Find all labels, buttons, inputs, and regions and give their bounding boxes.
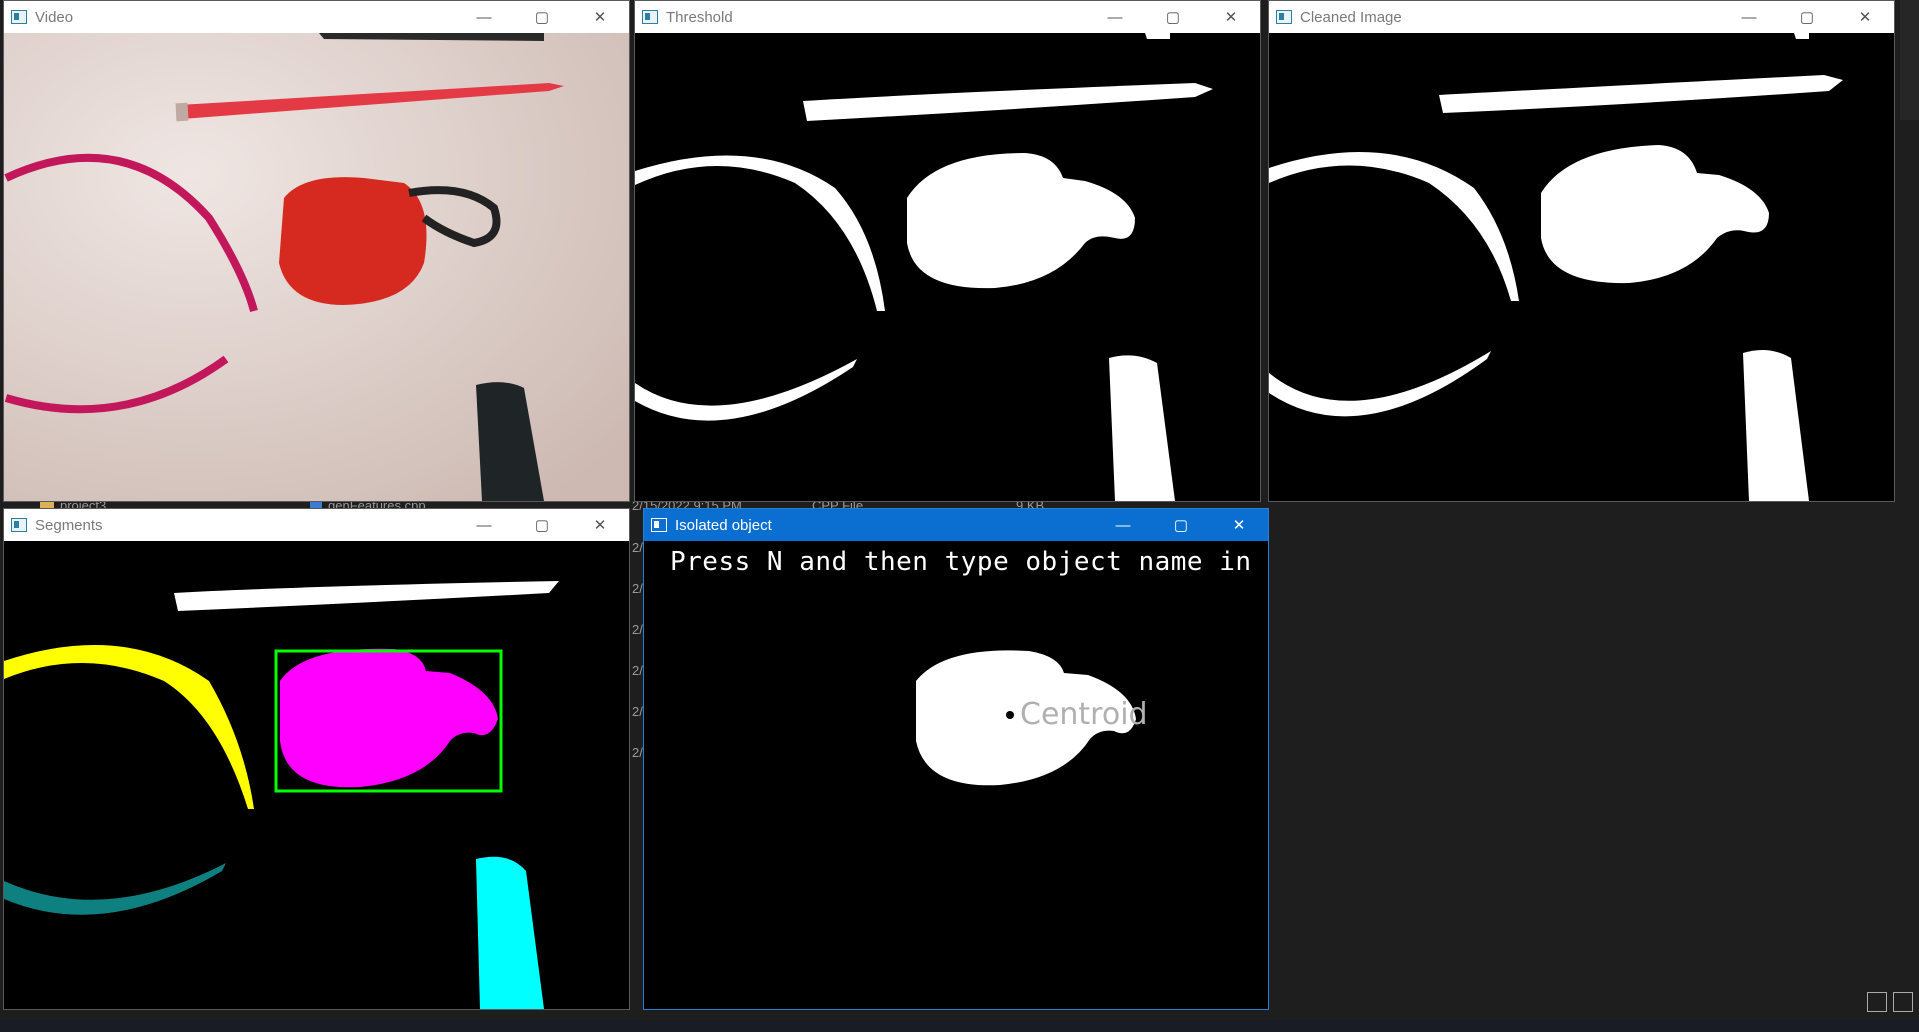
window-segments[interactable]: Segments — ▢ ✕	[3, 508, 630, 1010]
minimize-icon[interactable]: —	[1094, 509, 1152, 541]
segment-yellow	[4, 645, 254, 809]
minimize-icon[interactable]: —	[1720, 1, 1778, 33]
title-bar[interactable]: Isolated object — ▢ ✕	[644, 509, 1268, 541]
window-isolated-object[interactable]: Isolated object — ▢ ✕ Press N and then t…	[643, 508, 1269, 1010]
background-side-digit: 2/	[632, 704, 643, 719]
opencv-window-icon	[642, 10, 658, 24]
minimize-icon[interactable]: —	[455, 509, 513, 541]
segments-image	[4, 541, 629, 1009]
window-title: Segments	[35, 516, 103, 534]
taskbar	[0, 1020, 1919, 1032]
video-image	[4, 33, 629, 501]
close-icon[interactable]: ✕	[571, 509, 629, 541]
maximize-icon[interactable]: ▢	[1144, 1, 1202, 33]
background-scrollbar[interactable]	[1900, 0, 1919, 120]
instruction-text: Press N and then type object name in con…	[670, 547, 1268, 577]
minimize-icon[interactable]: —	[1086, 1, 1144, 33]
video-red-case	[279, 177, 427, 305]
centroid-label: Centroid	[1020, 697, 1148, 732]
centroid-marker	[1006, 711, 1014, 719]
segments-shapes	[4, 581, 559, 1009]
background-view-toggle	[1867, 992, 1913, 1012]
isolated-image: Press N and then type object name in con…	[644, 541, 1268, 1009]
title-bar[interactable]: Segments — ▢ ✕	[4, 509, 629, 541]
background-side-digit: 2/	[632, 540, 643, 555]
segment-cyan	[476, 856, 544, 1009]
opencv-window-icon	[1276, 10, 1292, 24]
details-view-icon[interactable]	[1867, 992, 1887, 1012]
window-video[interactable]: Video — ▢ ✕	[3, 0, 630, 502]
close-icon[interactable]: ✕	[571, 1, 629, 33]
background-side-digit: 2/	[632, 745, 643, 760]
maximize-icon[interactable]: ▢	[513, 509, 571, 541]
title-bar[interactable]: Threshold — ▢ ✕	[635, 1, 1260, 33]
close-icon[interactable]: ✕	[1210, 509, 1268, 541]
opencv-window-icon	[11, 10, 27, 24]
cleaned-shapes	[1269, 33, 1843, 501]
minimize-icon[interactable]: —	[455, 1, 513, 33]
window-cleaned-image[interactable]: Cleaned Image — ▢ ✕	[1268, 0, 1895, 502]
opencv-window-icon	[11, 518, 27, 532]
threshold-shapes	[635, 33, 1213, 501]
window-title: Video	[35, 8, 74, 26]
isolated-shape	[916, 650, 1136, 786]
close-icon[interactable]: ✕	[1836, 1, 1894, 33]
segment-white	[174, 581, 559, 611]
threshold-image	[635, 33, 1260, 501]
background-side-digit: 2/	[632, 663, 643, 678]
maximize-icon[interactable]: ▢	[1778, 1, 1836, 33]
segment-teal	[4, 863, 226, 915]
window-title: Threshold	[666, 8, 733, 26]
close-icon[interactable]: ✕	[1202, 1, 1260, 33]
opencv-window-icon	[651, 518, 667, 532]
background-side-digit: 2/	[632, 622, 643, 637]
window-threshold[interactable]: Threshold — ▢ ✕	[634, 0, 1261, 502]
segment-magenta	[280, 648, 498, 788]
window-title: Isolated object	[675, 516, 772, 534]
title-bar[interactable]: Cleaned Image — ▢ ✕	[1269, 1, 1894, 33]
video-frame	[4, 33, 629, 501]
cleaned-image	[1269, 33, 1894, 501]
background-side-digit: 2/	[632, 581, 643, 596]
maximize-icon[interactable]: ▢	[1152, 509, 1210, 541]
tiles-view-icon[interactable]	[1893, 992, 1913, 1012]
window-title: Cleaned Image	[1300, 8, 1402, 26]
title-bar[interactable]: Video — ▢ ✕	[4, 1, 629, 33]
maximize-icon[interactable]: ▢	[513, 1, 571, 33]
